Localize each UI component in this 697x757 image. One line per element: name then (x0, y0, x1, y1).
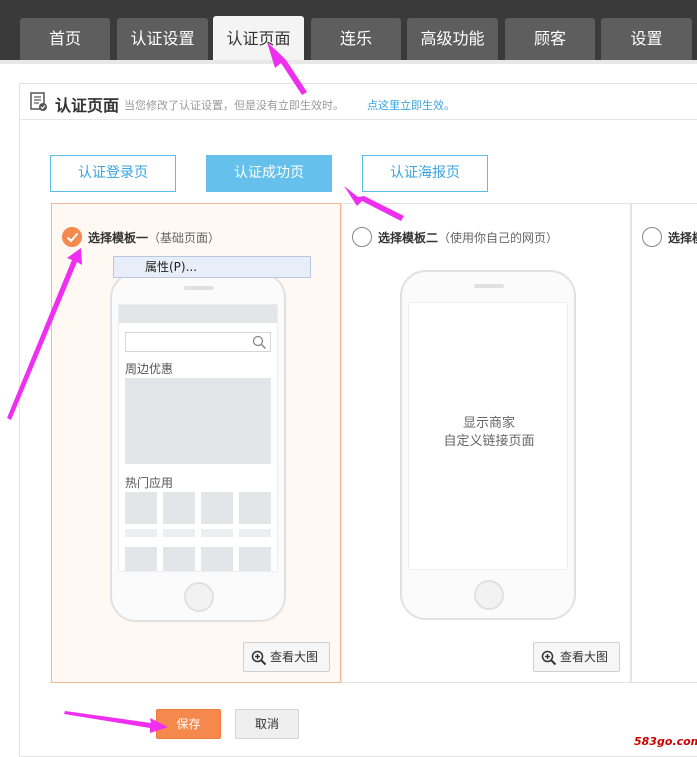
preview-search-box (125, 332, 271, 352)
template-2-phone-preview: 显示商家 自定义链接页面 (400, 270, 576, 620)
preview-app-tile (125, 547, 157, 571)
preview-app-tile (201, 547, 233, 571)
zoom-in-icon (251, 650, 267, 666)
template-2-label: 选择模板二（使用你自己的网页） (378, 231, 559, 245)
check-icon (66, 232, 79, 243)
nav-tab-settings[interactable]: 设置 (601, 18, 692, 60)
nav-tab-home[interactable]: 首页 (20, 18, 110, 60)
preview-app-tile (163, 547, 195, 571)
zoom-in-icon (541, 650, 557, 666)
save-button[interactable]: 保存 (156, 709, 221, 739)
template-3-radio[interactable] (642, 227, 662, 247)
template-card-3[interactable]: 选择模 (631, 203, 697, 683)
watermark: 583go.com (634, 735, 697, 748)
preview-header-bar (119, 305, 277, 323)
phone-speaker (184, 286, 214, 290)
page-note: 当您修改了认证设置，但是没有立即生效时。 (124, 99, 344, 112)
phone-home-button (184, 582, 214, 612)
context-menu-properties[interactable]: 属性(P)... (113, 256, 311, 278)
template-card-2[interactable]: 选择模板二（使用你自己的网页） 显示商家 自定义链接页面 查看大图 (341, 203, 631, 683)
template-1-phone-preview: 周边优惠 热门应用 (110, 272, 286, 622)
nav-tab-lianle[interactable]: 连乐 (311, 18, 401, 60)
preview-app-caption (125, 529, 157, 537)
search-icon (252, 335, 267, 350)
nav-divider (0, 60, 697, 64)
template-2-radio[interactable] (352, 227, 372, 247)
template-2-zoom-button[interactable]: 查看大图 (533, 642, 620, 672)
preview-app-tile (239, 547, 271, 571)
preview-section-apps: 热门应用 (125, 476, 174, 490)
template-3-label: 选择模 (668, 231, 697, 245)
subtab-success-page[interactable]: 认证成功页 (206, 155, 332, 192)
preview-app-caption (239, 529, 271, 537)
phone-speaker (474, 284, 504, 288)
preview-banner (125, 378, 271, 464)
phone-home-button (474, 580, 504, 610)
preview-app-tile (201, 492, 233, 524)
top-nav: 首页 认证设置 认证页面 连乐 高级功能 顾客 设置 (0, 0, 697, 60)
nav-tab-auth-settings[interactable]: 认证设置 (117, 18, 208, 60)
page-title: 认证页面 (55, 96, 120, 115)
document-check-icon (30, 92, 47, 111)
preview-app-caption (201, 529, 233, 537)
custom-page-placeholder: 显示商家 自定义链接页面 (443, 416, 535, 449)
phone-screen: 周边优惠 热门应用 (118, 304, 278, 572)
preview-app-tile (163, 492, 195, 524)
template-1-radio[interactable] (62, 227, 82, 247)
cancel-button[interactable]: 取消 (235, 709, 299, 739)
apply-now-link[interactable]: 点这里立即生效。 (367, 97, 455, 113)
subtab-login-page[interactable]: 认证登录页 (50, 155, 176, 192)
preview-section-deals: 周边优惠 (125, 362, 174, 376)
template-1-zoom-button[interactable]: 查看大图 (243, 642, 330, 672)
phone-screen: 显示商家 自定义链接页面 (408, 302, 568, 570)
nav-tab-auth-page[interactable]: 认证页面 (213, 16, 304, 60)
preview-app-caption (163, 529, 195, 537)
panel-header: 认证页面 当您修改了认证设置，但是没有立即生效时。 点这里立即生效。 (20, 84, 697, 120)
nav-tab-customers[interactable]: 顾客 (505, 18, 595, 60)
template-1-label: 选择模板一（基础页面） (88, 231, 221, 245)
preview-app-tile (125, 492, 157, 524)
subtab-poster-page[interactable]: 认证海报页 (362, 155, 488, 192)
preview-app-tile (239, 492, 271, 524)
nav-tab-advanced[interactable]: 高级功能 (407, 18, 498, 60)
